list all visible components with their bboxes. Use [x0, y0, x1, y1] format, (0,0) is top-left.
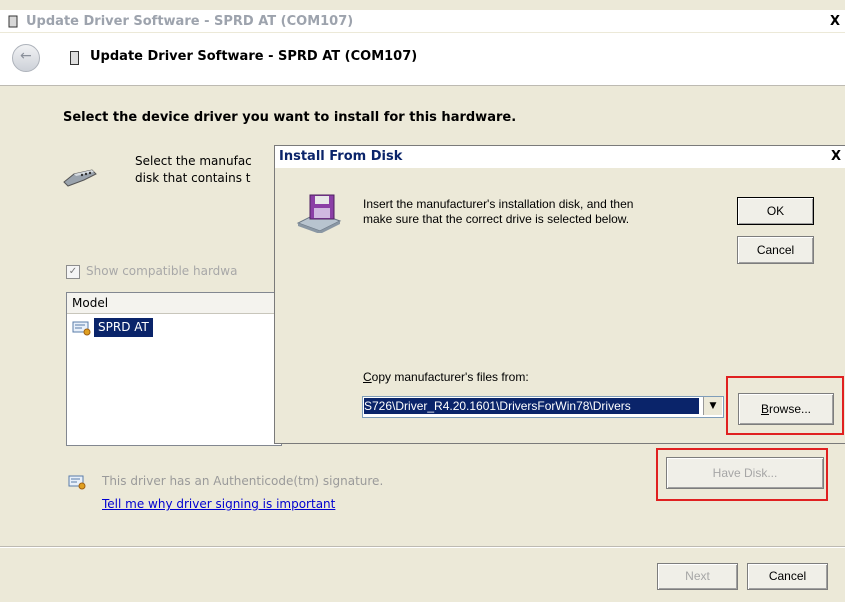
floppy-disk-icon: [296, 194, 342, 233]
device-small-icon: [70, 51, 79, 65]
back-button[interactable]: ←: [12, 44, 40, 72]
signature-status: This driver has an Authenticode(tm) sign…: [102, 474, 384, 488]
certificate-icon: [72, 321, 91, 336]
driver-signing-link[interactable]: Tell me why driver signing is important: [102, 497, 335, 511]
have-disk-button[interactable]: Have Disk...: [666, 457, 824, 489]
window-title: Update Driver Software - SPRD AT (COM107…: [26, 14, 354, 29]
show-compatible-label: Show compatible hardwa: [86, 264, 238, 278]
certificate-icon: [68, 475, 86, 490]
description-line-2: disk that contains t: [135, 171, 251, 185]
browse-accelerator: B: [760, 402, 769, 416]
window-close-icon[interactable]: X: [830, 14, 840, 29]
path-input[interactable]: S726\Driver_R4.20.1601\DriversForWin78\D…: [364, 398, 699, 414]
copy-from-text: opy manufacturer's files from:: [371, 370, 529, 384]
dialog-message-line-2: make sure that the correct drive is sele…: [363, 212, 630, 226]
page-heading: Select the device driver you want to ins…: [63, 110, 517, 125]
back-arrow-icon: ←: [20, 48, 32, 64]
device-small-icon: [8, 15, 18, 28]
list-item[interactable]: SPRD AT: [94, 318, 153, 337]
copy-from-accelerator: C: [363, 370, 372, 384]
dialog-message-line-1: Insert the manufacturer's installation d…: [363, 197, 634, 211]
show-compatible-checkbox[interactable]: ✓: [66, 265, 80, 279]
model-column-label: Model: [72, 296, 109, 310]
copy-from-label: Copy manufacturer's files from:: [363, 370, 529, 384]
model-list[interactable]: [66, 292, 282, 446]
footer-divider: [0, 546, 845, 548]
wizard-title: Update Driver Software - SPRD AT (COM107…: [90, 49, 418, 64]
dialog-close-icon[interactable]: X: [831, 149, 841, 164]
chevron-down-icon[interactable]: ▼: [703, 397, 722, 415]
serial-device-icon: [63, 169, 97, 187]
browse-label: rowse...: [769, 402, 812, 416]
dialog-cancel-button[interactable]: Cancel: [737, 236, 814, 264]
dialog-title: Install From Disk: [279, 149, 403, 164]
ok-button[interactable]: OK: [737, 197, 814, 225]
browse-button[interactable]: Browse...: [738, 393, 834, 425]
description-line-1: Select the manufac: [135, 154, 252, 168]
cancel-button[interactable]: Cancel: [747, 563, 828, 590]
next-button[interactable]: Next: [657, 563, 738, 590]
